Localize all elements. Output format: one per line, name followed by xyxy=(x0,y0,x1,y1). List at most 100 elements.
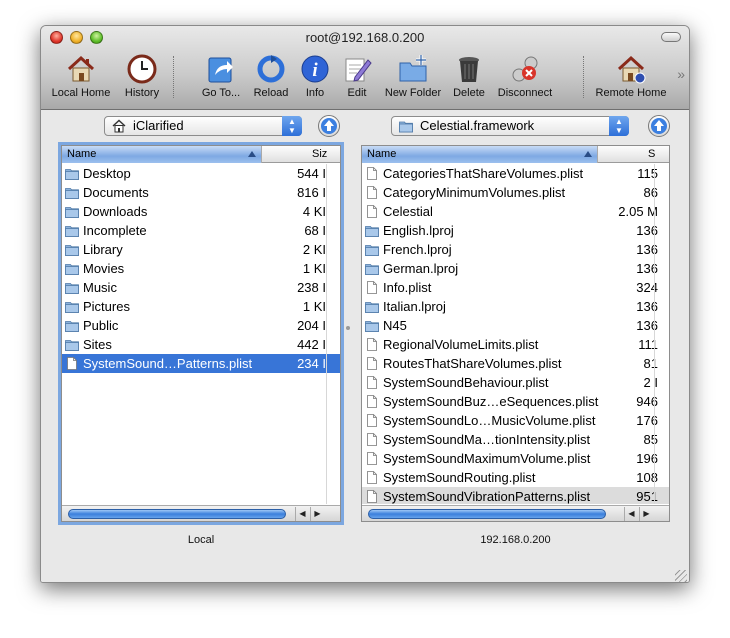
file-row[interactable]: N45 136 xyxy=(362,316,669,335)
local-location-popup[interactable]: iClarified ▲ ▼ xyxy=(104,116,302,136)
folder-icon xyxy=(365,300,379,313)
local-size-column-header[interactable]: Siz xyxy=(262,146,327,163)
file-row[interactable]: German.lproj 136 xyxy=(362,259,669,278)
remote-file-list[interactable]: Name S CategoriesThatShareVolumes.plist 1… xyxy=(361,145,670,522)
file-row[interactable]: CategoryMinimumVolumes.plist 86 xyxy=(362,183,669,202)
file-row[interactable]: English.lproj 136 xyxy=(362,221,669,240)
folder-icon xyxy=(365,224,379,237)
file-size: 324 xyxy=(636,280,658,295)
file-name: Library xyxy=(83,242,123,257)
file-row[interactable]: Incomplete 68 I xyxy=(62,221,340,240)
edit-button[interactable]: Edit xyxy=(339,53,375,101)
file-name: SystemSoundMa…tionIntensity.plist xyxy=(383,432,591,447)
document-icon xyxy=(365,205,379,218)
history-button[interactable]: History xyxy=(117,53,167,101)
title-bar: root@192.168.0.200 Local Home History Go… xyxy=(41,26,689,110)
remote-home-button[interactable]: Remote Home xyxy=(591,53,671,101)
file-row[interactable]: Celestial 2.05 M xyxy=(362,202,669,221)
folder-icon xyxy=(65,319,79,332)
file-row[interactable]: Documents 816 I xyxy=(62,183,340,202)
local-file-list[interactable]: Name Siz Desktop 544 I Documents 816 I Downl… xyxy=(61,145,341,522)
remote-name-column-header[interactable]: Name xyxy=(362,146,598,163)
file-row[interactable]: SystemSoundBuz…eSequences.plist 946 xyxy=(362,392,669,411)
folder-icon xyxy=(365,262,379,275)
document-icon xyxy=(365,433,379,446)
document-icon xyxy=(365,338,379,351)
local-name-column-header[interactable]: Name xyxy=(62,146,262,163)
resize-grip[interactable] xyxy=(675,570,687,582)
toolbar-overflow-button[interactable]: » xyxy=(677,66,685,82)
file-row[interactable]: CategoriesThatShareVolumes.plist 115 xyxy=(362,164,669,183)
info-button[interactable]: i Info xyxy=(297,53,333,101)
new-folder-button[interactable]: New Folder xyxy=(381,53,445,101)
file-row[interactable]: Sites 442 I xyxy=(62,335,340,354)
disconnect-icon xyxy=(512,56,538,82)
scroll-left-button[interactable]: ◀ xyxy=(624,507,638,521)
document-icon xyxy=(365,471,379,484)
remote-pane-label: 192.168.0.200 xyxy=(480,534,551,546)
file-row[interactable]: SystemSoundLo…MusicVolume.plist 176 xyxy=(362,411,669,430)
file-row[interactable]: Library 2 KI xyxy=(62,240,340,259)
file-row[interactable]: Public 204 I xyxy=(62,316,340,335)
scroll-right-button[interactable]: ▶ xyxy=(310,507,324,521)
file-row[interactable]: RoutesThatShareVolumes.plist 81 xyxy=(362,354,669,373)
disconnect-button[interactable]: Disconnect xyxy=(493,53,557,101)
toolbar-separator xyxy=(583,56,584,98)
file-row[interactable]: Movies 1 KI xyxy=(62,259,340,278)
file-row[interactable]: SystemSoundVibrationPatterns.plist 951 xyxy=(362,487,669,504)
file-size: 238 I xyxy=(297,280,326,295)
remote-horizontal-scrollbar[interactable]: ◀ ▶ xyxy=(362,505,669,521)
document-icon xyxy=(365,490,379,503)
file-name: French.lproj xyxy=(383,242,452,257)
file-row[interactable]: Music 238 I xyxy=(62,278,340,297)
document-icon xyxy=(365,395,379,408)
file-row[interactable]: RegionalVolumeLimits.plist 111 xyxy=(362,335,669,354)
scroll-left-button[interactable]: ◀ xyxy=(295,507,309,521)
file-name: SystemSoundMaximumVolume.plist xyxy=(383,451,591,466)
file-row[interactable]: Desktop 544 I xyxy=(62,164,340,183)
local-scroll-thumb[interactable] xyxy=(68,509,286,519)
file-size: 234 I xyxy=(297,356,326,371)
file-row[interactable]: SystemSoundMaximumVolume.plist 196 xyxy=(362,449,669,468)
remote-up-button[interactable] xyxy=(648,115,670,137)
file-row[interactable]: SystemSoundBehaviour.plist 2 I xyxy=(362,373,669,392)
file-name: SystemSoundVibrationPatterns.plist xyxy=(383,489,591,504)
folder-icon xyxy=(65,338,79,351)
remote-location-popup[interactable]: Celestial.framework ▲ ▼ xyxy=(391,116,629,136)
remote-house-icon xyxy=(617,55,646,84)
remote-size-column-header[interactable]: S xyxy=(598,146,655,163)
file-size: 544 I xyxy=(297,166,326,181)
folder-icon xyxy=(65,300,79,313)
reload-button[interactable]: Reload xyxy=(249,53,293,101)
scroll-right-button[interactable]: ▶ xyxy=(639,507,653,521)
file-row[interactable]: Info.plist 324 xyxy=(362,278,669,297)
file-size: 85 xyxy=(643,432,658,447)
edit-pencil-icon xyxy=(345,58,372,82)
reload-icon xyxy=(257,55,285,83)
file-row[interactable]: French.lproj 136 xyxy=(362,240,669,259)
delete-button[interactable]: Delete xyxy=(449,53,489,101)
go-to-button[interactable]: Go To... xyxy=(195,53,247,101)
file-row[interactable]: Italian.lproj 136 xyxy=(362,297,669,316)
file-row[interactable]: Pictures 1 KI xyxy=(62,297,340,316)
window-title: root@192.168.0.200 xyxy=(305,30,425,45)
file-name: Info.plist xyxy=(383,280,432,295)
document-icon xyxy=(365,357,379,370)
local-home-button[interactable]: Local Home xyxy=(49,53,113,101)
home-small-icon xyxy=(112,119,126,133)
file-size: 442 I xyxy=(297,337,326,352)
file-row[interactable]: SystemSoundRouting.plist 108 xyxy=(362,468,669,487)
pane-divider-handle[interactable] xyxy=(346,326,350,330)
remote-scroll-thumb[interactable] xyxy=(368,509,606,519)
local-up-button[interactable] xyxy=(318,115,340,137)
file-row[interactable]: Downloads 4 KI xyxy=(62,202,340,221)
file-name: SystemSoundBuz…eSequences.plist xyxy=(383,394,599,409)
file-name: CategoryMinimumVolumes.plist xyxy=(383,185,566,200)
toolbar-toggle-button[interactable] xyxy=(661,32,681,42)
file-row[interactable]: SystemSoundMa…tionIntensity.plist 85 xyxy=(362,430,669,449)
folder-icon xyxy=(65,224,79,237)
local-horizontal-scrollbar[interactable]: ◀ ▶ xyxy=(62,505,340,521)
file-name: Pictures xyxy=(83,299,130,314)
folder-icon xyxy=(65,243,79,256)
file-row[interactable]: SystemSound…Patterns.plist 234 I xyxy=(62,354,340,373)
